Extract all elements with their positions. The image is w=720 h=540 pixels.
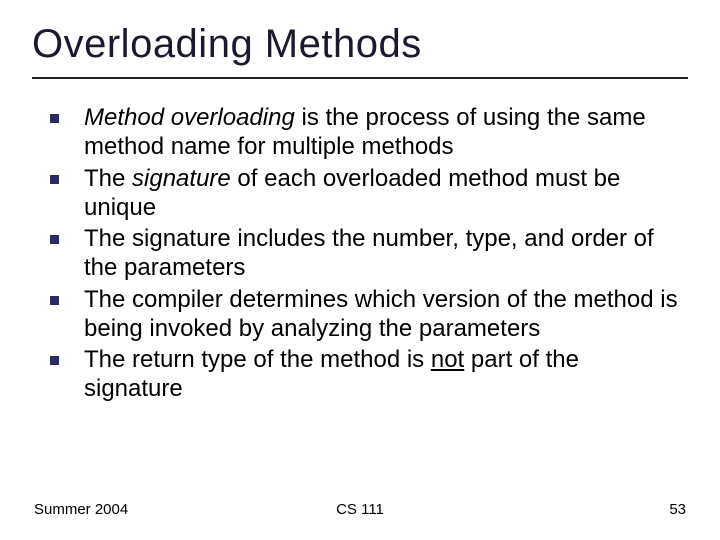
list-item: The signature of each overloaded method … <box>44 164 680 223</box>
list-item: The signature includes the number, type,… <box>44 224 680 283</box>
footer: Summer 2004 CS 111 53 <box>34 501 686 518</box>
bullet-text: The compiler determines which version of… <box>84 286 678 342</box>
bullet-icon <box>50 114 59 123</box>
list-item: The compiler determines which version of… <box>44 285 680 344</box>
bullet-icon <box>50 296 59 305</box>
bullet-text: The return type of the method is <box>84 346 431 373</box>
bullet-list: Method overloading is the process of usi… <box>32 103 688 404</box>
bullet-text: The <box>84 165 132 192</box>
list-item: The return type of the method is not par… <box>44 345 680 404</box>
list-item: Method overloading is the process of usi… <box>44 103 680 162</box>
italic-term: signature <box>132 165 231 192</box>
bullet-icon <box>50 356 59 365</box>
bullet-icon <box>50 175 59 184</box>
bullet-text: The signature includes the number, type,… <box>84 225 654 281</box>
bullet-icon <box>50 235 59 244</box>
italic-term: Method overloading <box>84 104 295 131</box>
slide-title: Overloading Methods <box>32 22 688 67</box>
slide: Overloading Methods Method overloading i… <box>0 0 720 540</box>
underline-term: not <box>431 346 464 373</box>
title-rule <box>32 77 688 79</box>
footer-center: CS 111 <box>34 501 686 518</box>
